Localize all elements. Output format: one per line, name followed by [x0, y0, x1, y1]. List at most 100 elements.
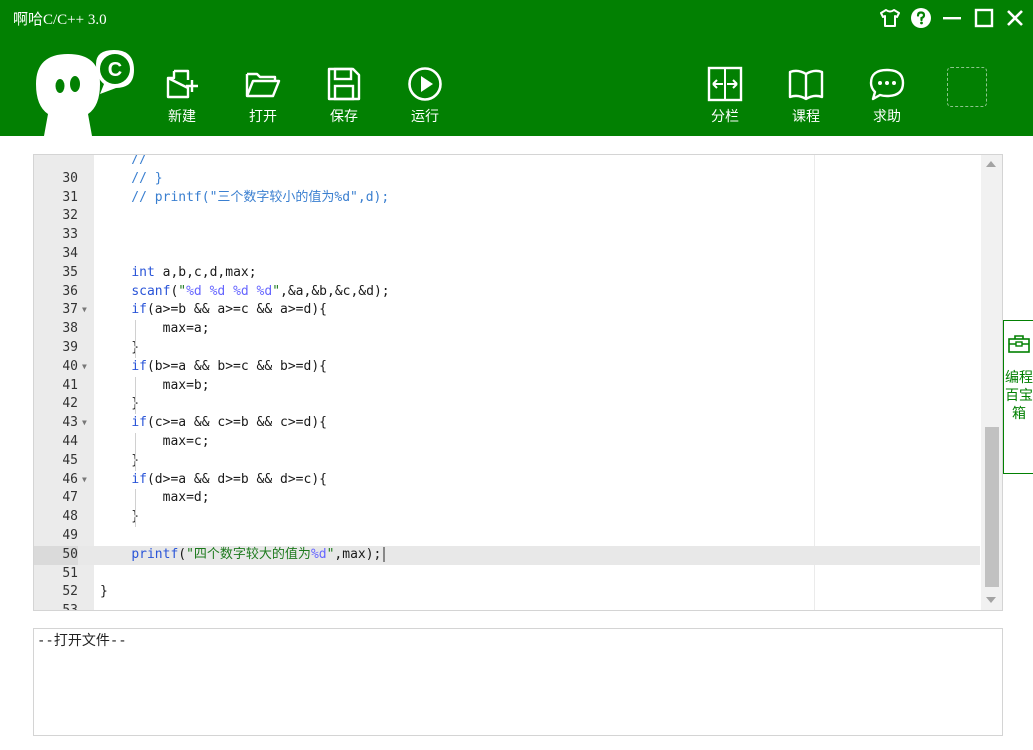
scroll-up-icon[interactable]: [986, 161, 996, 167]
run-button[interactable]: 运行: [395, 66, 455, 130]
code-text: }: [100, 339, 139, 358]
app-title: 啊哈C/C++ 3.0: [13, 12, 107, 28]
code-token: ,&a,&b,&c,&d);: [280, 283, 390, 299]
code-line[interactable]: 34: [34, 245, 980, 264]
line-number: 53: [62, 603, 78, 611]
code-text: max=d;: [100, 489, 210, 508]
help-icon[interactable]: [908, 5, 934, 31]
close-icon[interactable]: [1002, 5, 1028, 31]
code-token: max=d;: [100, 490, 210, 506]
code-text: }: [100, 508, 139, 527]
code-lines[interactable]: // 30 // } 31 // printf("三个数字较小的值为%d",d);…: [34, 155, 980, 611]
code-editor[interactable]: // 30 // } 31 // printf("三个数字较小的值为%d",d);…: [33, 154, 1003, 611]
vertical-scrollbar[interactable]: [981, 155, 1002, 610]
fold-arrow-icon[interactable]: ▼: [82, 358, 87, 377]
code-token: max=a;: [100, 321, 210, 337]
code-token: // }: [100, 170, 163, 186]
code-line[interactable]: 51: [34, 565, 980, 584]
scrollbar-thumb[interactable]: [985, 427, 999, 587]
course-button[interactable]: 课程: [776, 66, 836, 130]
code-token: (a>=b && a>=c && a>=d){: [146, 302, 327, 318]
line-number: 38: [62, 321, 78, 337]
folder-open-icon: [245, 72, 281, 98]
toolbox-side-tab[interactable]: 编程百宝箱: [1003, 320, 1033, 474]
line-number: 37: [62, 302, 78, 318]
output-text: --打开文件--: [37, 633, 127, 649]
code-token: "四个数字较大的值为: [186, 546, 311, 562]
help-label: 求助: [873, 109, 901, 125]
code-text: }: [100, 583, 108, 602]
code-text: max=b;: [100, 377, 210, 396]
text-cursor: [383, 546, 386, 562]
code-line[interactable]: 39 }: [34, 339, 980, 358]
code-line[interactable]: //: [34, 155, 980, 170]
fold-arrow-icon[interactable]: ▼: [82, 301, 87, 320]
line-number: 48: [62, 509, 78, 525]
code-text: }: [100, 452, 139, 471]
code-line[interactable]: 30 // }: [34, 170, 980, 189]
code-token: max=c;: [100, 433, 210, 449]
new-label: 新建: [168, 109, 196, 125]
code-line[interactable]: 44 max=c;: [34, 433, 980, 452]
fold-arrow-icon[interactable]: ▼: [82, 471, 87, 490]
line-number: 49: [62, 527, 78, 543]
code-line[interactable]: 40 ▼ if(b>=a && b>=c && b>=d){: [34, 358, 980, 377]
code-token: (d>=a && d>=b && d>=c){: [146, 471, 327, 487]
line-number: 39: [62, 339, 78, 355]
code-line[interactable]: 37 ▼ if(a>=b && a>=c && a>=d){: [34, 301, 980, 320]
code-line[interactable]: 49: [34, 527, 980, 546]
code-line[interactable]: 32: [34, 207, 980, 226]
code-text: //: [100, 155, 178, 170]
code-token: if: [131, 358, 147, 374]
code-token: int: [131, 264, 155, 280]
avatar[interactable]: [947, 67, 987, 107]
code-line[interactable]: 47 max=d;: [34, 489, 980, 508]
code-line[interactable]: 38 max=a;: [34, 320, 980, 339]
toolbox-icon: [1008, 335, 1030, 353]
save-button[interactable]: 保存: [314, 66, 374, 130]
code-line[interactable]: 31 // printf("三个数字较小的值为%d",d);: [34, 189, 980, 208]
code-text: // }: [100, 170, 163, 189]
line-number: 35: [62, 264, 78, 280]
code-line[interactable]: 43 ▼ if(c>=a && c>=b && c>=d){: [34, 414, 980, 433]
code-text: if(a>=b && a>=c && a>=d){: [100, 301, 327, 320]
code-line[interactable]: 48 }: [34, 508, 980, 527]
code-line[interactable]: 50 printf("四个数字较大的值为%d",max);: [34, 545, 980, 565]
open-button[interactable]: 打开: [233, 66, 293, 130]
code-token: // printf("三个数字较小的值为%d",d);: [100, 189, 390, 205]
code-line[interactable]: 45 }: [34, 452, 980, 471]
indent-guide: [135, 320, 136, 358]
indent-guide: [135, 433, 136, 471]
code-line[interactable]: 36 scanf("%d %d %d %d",&a,&b,&c,&d);: [34, 283, 980, 302]
code-line[interactable]: 46 ▼ if(d>=a && d>=b && d>=c){: [34, 471, 980, 490]
new-button[interactable]: 新建: [152, 66, 212, 130]
code-line[interactable]: 52}: [34, 583, 980, 602]
fold-arrow-icon[interactable]: ▼: [82, 414, 87, 433]
minimize-icon[interactable]: [939, 5, 965, 31]
code-text: // printf("三个数字较小的值为%d",d);: [100, 189, 389, 208]
code-line[interactable]: 35 int a,b,c,d,max;: [34, 264, 980, 283]
code-token: if: [131, 471, 147, 487]
help-button[interactable]: 求助: [857, 66, 917, 130]
split-button[interactable]: 分栏: [695, 66, 755, 130]
maximize-icon[interactable]: [971, 5, 997, 31]
run-label: 运行: [411, 109, 439, 125]
code-line[interactable]: 53: [34, 602, 980, 611]
code-token: %d: [310, 546, 327, 562]
line-number: 34: [62, 245, 78, 261]
output-panel[interactable]: --打开文件--: [33, 628, 1003, 736]
code-line[interactable]: 41 max=b;: [34, 377, 980, 396]
shirt-icon[interactable]: [877, 5, 903, 31]
code-token: printf: [131, 546, 179, 562]
save-icon: [327, 67, 361, 101]
code-token: }: [100, 396, 140, 412]
code-token: ,max);: [334, 546, 382, 562]
code-line[interactable]: 33: [34, 226, 980, 245]
code-line[interactable]: 42 }: [34, 395, 980, 414]
scroll-down-icon[interactable]: [986, 597, 996, 603]
code-text: if(d>=a && d>=b && d>=c){: [100, 471, 327, 490]
code-token: (: [178, 546, 187, 562]
